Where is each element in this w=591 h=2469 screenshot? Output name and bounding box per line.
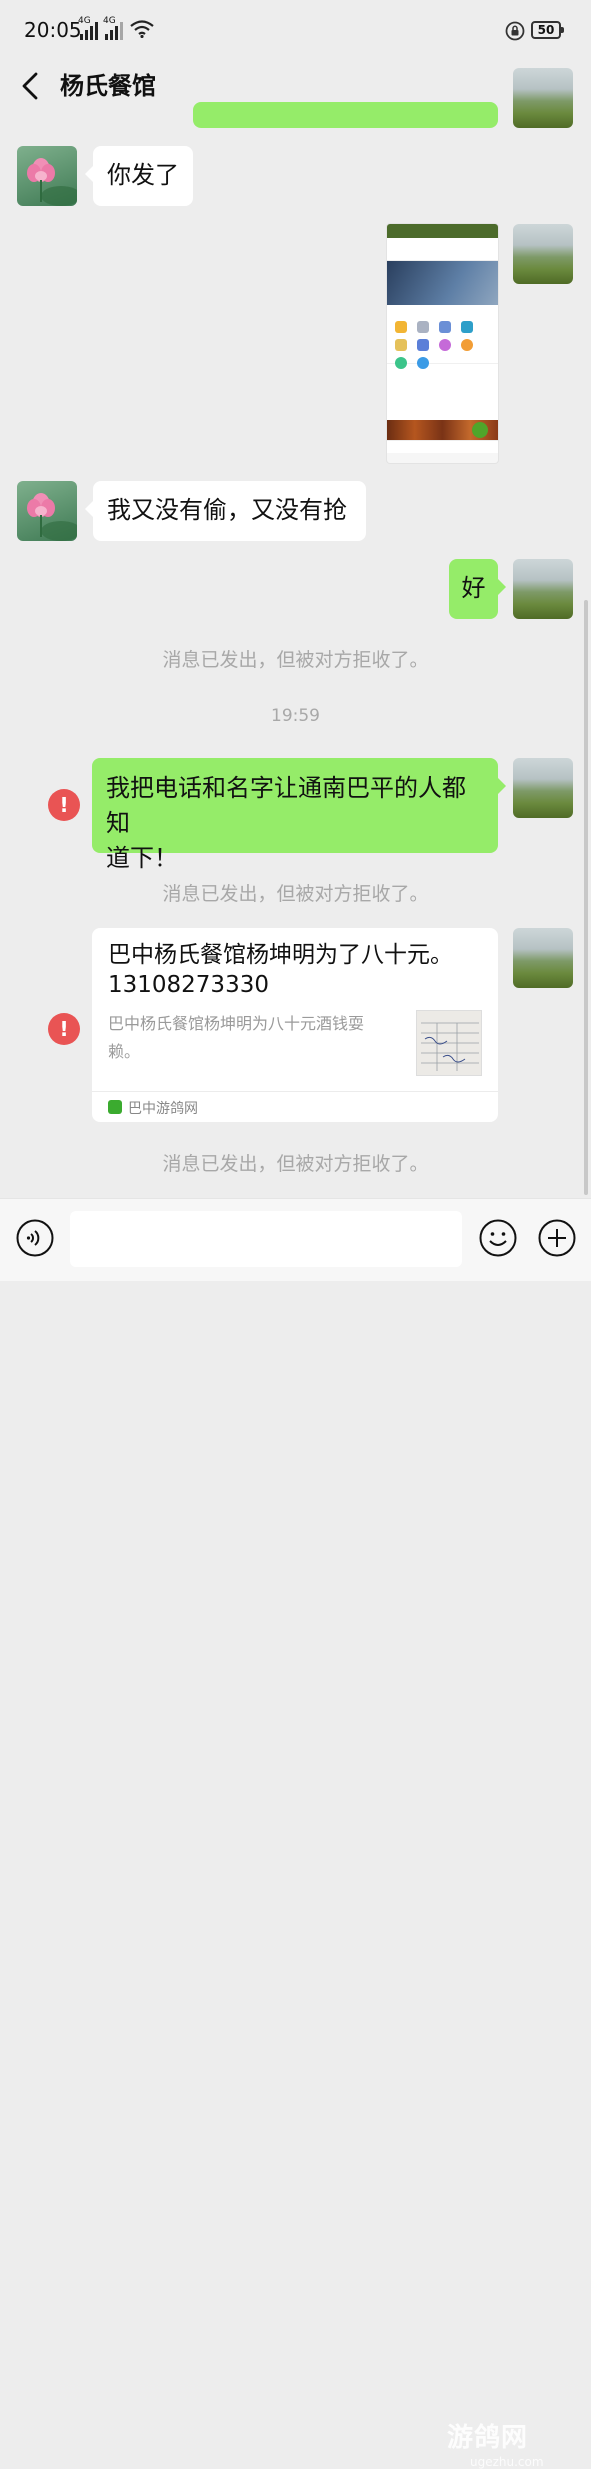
message-text-line: 道下！ <box>106 844 178 872</box>
link-card[interactable]: 巴中杨氏餐馆杨坤明为了八十元。 13108273330 巴中杨氏餐馆杨坤明为八十… <box>92 928 498 1122</box>
more-actions-plus-icon[interactable] <box>538 1219 576 1257</box>
self-avatar[interactable] <box>513 928 573 988</box>
message-text: 好 <box>461 574 486 602</box>
message-bubble[interactable]: 你发了 <box>85 146 193 206</box>
message-text-line: 我把电话和名字让通南巴平的人都知 <box>106 774 466 837</box>
message-text: 我又没有偷，又没有抢 <box>107 496 347 524</box>
status-bar: 20:05 4G 4G 50 <box>0 0 591 60</box>
chat-title: 杨氏餐馆 <box>60 72 156 100</box>
wifi-icon <box>130 20 154 38</box>
card-divider <box>92 1091 498 1092</box>
self-avatar[interactable] <box>513 68 573 128</box>
watermark-url: ugezhu.com <box>470 2455 544 2469</box>
battery-icon: 50 <box>531 21 564 39</box>
send-failed-icon[interactable]: ! <box>48 789 80 821</box>
scrollbar[interactable] <box>584 600 588 1195</box>
send-failed-icon[interactable]: ! <box>48 1013 80 1045</box>
message-bubble-clipped[interactable] <box>193 102 498 128</box>
self-avatar[interactable] <box>513 224 573 284</box>
contact-avatar[interactable] <box>17 146 77 206</box>
message-bubble[interactable]: 好 <box>449 559 506 619</box>
message-bubble[interactable]: 我把电话和名字让通南巴平的人都知 道下！ <box>92 758 506 872</box>
signal-bars-1-icon <box>80 20 98 40</box>
message-bubble[interactable]: 我又没有偷，又没有抢 <box>85 481 366 541</box>
image-message[interactable] <box>387 224 498 463</box>
rotation-lock-icon <box>505 21 525 41</box>
emoji-icon[interactable] <box>479 1219 517 1257</box>
card-description: 巴中杨氏餐馆杨坤明为八十元酒钱耍 赖。 <box>108 1014 365 1061</box>
watermark-text: 游鸽网 <box>447 2423 529 2453</box>
rejected-notice: 消息已发出，但被对方拒收了。 <box>162 1153 429 1175</box>
input-bar: 游鸽网 ugezhu.com <box>0 1198 591 2469</box>
source-logo-icon <box>108 1100 122 1114</box>
lotus-flower-icon <box>27 493 77 541</box>
message-input[interactable] <box>70 1211 462 1267</box>
card-thumbnail <box>416 1010 482 1076</box>
rejected-notice: 消息已发出，但被对方拒收了。 <box>162 883 429 905</box>
card-source: 巴中游鸽网 <box>128 1101 198 1117</box>
self-avatar[interactable] <box>513 758 573 818</box>
self-avatar[interactable] <box>513 559 573 619</box>
status-time: 20:05 <box>24 18 82 42</box>
message-text: 你发了 <box>107 161 179 189</box>
timestamp: 19:59 <box>271 706 320 726</box>
rejected-notice: 消息已发出，但被对方拒收了。 <box>162 649 429 671</box>
voice-input-icon[interactable] <box>16 1219 54 1257</box>
lotus-flower-icon <box>27 158 77 206</box>
battery-level: 50 <box>537 23 555 37</box>
back-arrow-icon[interactable] <box>18 66 44 106</box>
signal-bars-2-icon <box>105 20 123 40</box>
contact-avatar[interactable] <box>17 481 77 541</box>
card-title: 巴中杨氏餐馆杨坤明为了八十元。 13108273330 <box>108 942 453 998</box>
